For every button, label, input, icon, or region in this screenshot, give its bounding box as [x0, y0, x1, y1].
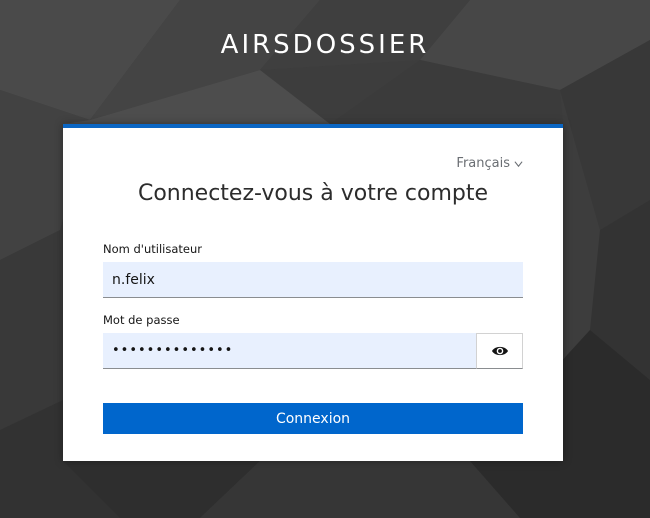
page-title: Connectez-vous à votre compte — [137, 181, 489, 206]
language-label: Français — [456, 156, 510, 171]
language-selector[interactable]: Français — [456, 156, 523, 171]
login-button[interactable]: Connexion — [103, 403, 523, 434]
show-password-button[interactable] — [476, 333, 523, 369]
eye-icon — [491, 346, 508, 356]
username-field[interactable] — [103, 262, 523, 298]
login-card: Français Connectez-vous à votre compte N… — [63, 124, 563, 461]
password-field[interactable] — [103, 333, 476, 369]
brand-title: AIRSDOSSIER — [220, 30, 430, 60]
chevron-down-icon — [514, 161, 523, 168]
password-label: Mot de passe — [103, 313, 180, 327]
username-label: Nom d'utilisateur — [103, 242, 202, 256]
